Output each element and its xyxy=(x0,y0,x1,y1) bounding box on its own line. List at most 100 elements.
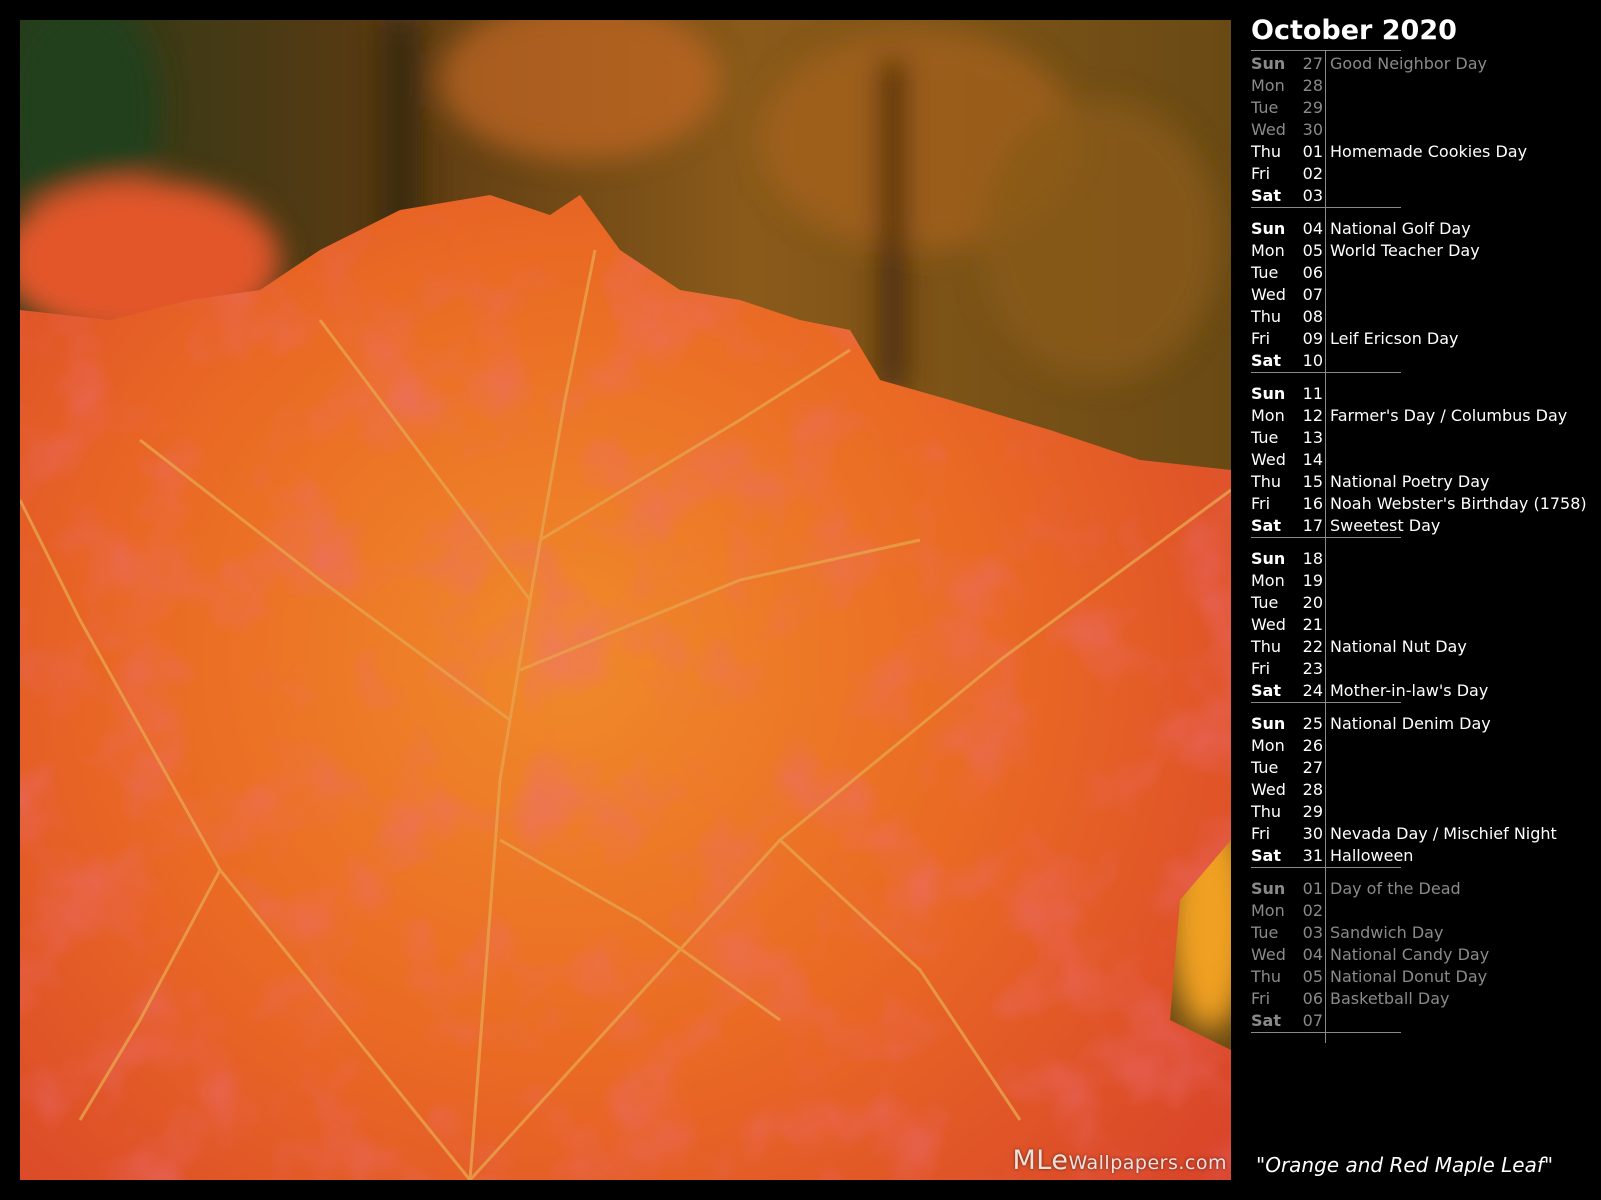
calendar-day-row: Tue 03 Sandwich Day xyxy=(1251,922,1443,944)
day-number: 06 xyxy=(1302,989,1323,1008)
day-number: 12 xyxy=(1302,406,1323,425)
day-number: 28 xyxy=(1302,76,1323,95)
calendar-week: Sun 27 Good Neighbor Day Mon 28 Tue 29 Wed 30 Thu… xyxy=(1251,50,1527,218)
day-number: 01 xyxy=(1302,879,1323,898)
calendar-day-row: Thu 15 National Poetry Day xyxy=(1251,471,1489,493)
day-number: 13 xyxy=(1302,428,1323,447)
calendar-day-row: Tue 29 xyxy=(1251,97,1401,119)
day-number: 21 xyxy=(1302,615,1323,634)
day-number: 07 xyxy=(1302,1011,1323,1030)
calendar-day-row: Mon 28 xyxy=(1251,75,1401,97)
day-number: 09 xyxy=(1302,329,1323,348)
day-number: 05 xyxy=(1302,967,1323,986)
calendar-day-row: Sun 18 xyxy=(1251,548,1401,570)
calendar-day-row: Mon 05 World Teacher Day xyxy=(1251,240,1480,262)
calendar-day-row: Sun 01 Day of the Dead xyxy=(1251,878,1461,900)
day-number: 02 xyxy=(1302,901,1323,920)
holiday-label: National Poetry Day xyxy=(1330,472,1490,491)
calendar-day-row: Fri 16 Noah Webster's Birthday (1758) xyxy=(1251,493,1587,515)
day-number: 29 xyxy=(1302,802,1323,821)
calendar-day-row: Sat 31 Halloween xyxy=(1251,845,1413,867)
day-number: 29 xyxy=(1302,98,1323,117)
holiday-label: Sweetest Day xyxy=(1330,516,1441,535)
weekday-label: Fri xyxy=(1251,329,1271,348)
day-number: 08 xyxy=(1302,307,1323,326)
weekday-label: Mon xyxy=(1251,76,1285,95)
day-number: 22 xyxy=(1302,637,1323,656)
weekday-label: Thu xyxy=(1251,967,1282,986)
weekday-label: Thu xyxy=(1251,472,1282,491)
holiday-label: Good Neighbor Day xyxy=(1330,54,1487,73)
calendar-day-row: Sun 25 National Denim Day xyxy=(1251,713,1491,735)
day-number: 27 xyxy=(1302,54,1323,73)
weekday-label: Tue xyxy=(1251,758,1279,777)
calendar-day-row: Mon 12 Farmer's Day / Columbus Day xyxy=(1251,405,1567,427)
holiday-label: Halloween xyxy=(1330,846,1414,865)
weekday-label: Sun xyxy=(1251,54,1286,73)
calendar-week: Sun 25 National Denim Day Mon 26 Tue 27 Wed 28 Th… xyxy=(1251,713,1557,878)
day-number: 03 xyxy=(1302,186,1323,205)
day-number: 15 xyxy=(1302,472,1323,491)
weekday-label: Sat xyxy=(1251,1011,1281,1030)
weekday-label: Mon xyxy=(1251,571,1285,590)
calendar-day-row: Mon 19 xyxy=(1251,570,1401,592)
calendar-day-row: Fri 23 xyxy=(1251,658,1401,680)
day-number: 16 xyxy=(1302,494,1323,513)
calendar-day-row: Wed 30 xyxy=(1251,119,1401,141)
weekday-label: Fri xyxy=(1251,164,1271,183)
day-number: 23 xyxy=(1302,659,1323,678)
holiday-label: National Donut Day xyxy=(1330,967,1488,986)
weekday-label: Sat xyxy=(1251,681,1281,700)
maple-leaf-image xyxy=(20,20,1231,1180)
weekday-label: Sun xyxy=(1251,549,1286,568)
day-number: 01 xyxy=(1302,142,1323,161)
holiday-label: National Denim Day xyxy=(1330,714,1491,733)
calendar-day-row: Thu 08 xyxy=(1251,306,1401,328)
calendar-week: Sun 04 National Golf Day Mon 05 World Teacher… xyxy=(1251,218,1480,383)
calendar-day-row: Thu 05 National Donut Day xyxy=(1251,966,1487,988)
weekday-label: Thu xyxy=(1251,802,1282,821)
holiday-label: World Teacher Day xyxy=(1330,241,1480,260)
holiday-label: National Golf Day xyxy=(1330,219,1471,238)
holiday-label: Mother-in-law's Day xyxy=(1330,681,1489,700)
weekday-label: Fri xyxy=(1251,659,1271,678)
weekday-label: Thu xyxy=(1251,637,1282,656)
calendar-day-row: Tue 20 xyxy=(1251,592,1401,614)
day-number: 10 xyxy=(1302,351,1323,370)
weekday-label: Wed xyxy=(1251,450,1286,469)
holiday-label: Basketball Day xyxy=(1330,989,1450,1008)
weekday-label: Fri xyxy=(1251,824,1271,843)
calendar-day-row: Thu 29 xyxy=(1251,801,1401,823)
calendar-day-row: Tue 27 xyxy=(1251,757,1401,779)
day-number: 11 xyxy=(1302,384,1323,403)
weekday-label: Wed xyxy=(1251,120,1286,139)
weekday-label: Tue xyxy=(1251,263,1279,282)
calendar-day-row: Wed 07 xyxy=(1251,284,1401,306)
calendar-day-row: Sat 17 Sweetest Day xyxy=(1251,515,1440,537)
calendar-day-row: Wed 04 National Candy Day xyxy=(1251,944,1489,966)
watermark-logo: MLeWallpapers.com xyxy=(1012,1145,1227,1176)
day-number: 26 xyxy=(1302,736,1323,755)
calendar-day-row: Fri 02 xyxy=(1251,163,1401,185)
wallpaper-photo: MLeWallpapers.com xyxy=(20,20,1231,1180)
holiday-label: Farmer's Day / Columbus Day xyxy=(1330,406,1568,425)
holiday-label: Nevada Day / Mischief Night xyxy=(1330,824,1557,843)
calendar-day-row: Sat 07 xyxy=(1251,1010,1401,1032)
calendar-day-row: Thu 01 Homemade Cookies Day xyxy=(1251,141,1527,163)
weekday-label: Mon xyxy=(1251,736,1285,755)
day-number: 14 xyxy=(1302,450,1323,469)
weekday-label: Tue xyxy=(1251,923,1279,942)
weekday-label: Mon xyxy=(1251,241,1285,260)
calendar-week: Sun 18 Mon 19 Tue 20 Wed 21 Thu 22 National Nut Da… xyxy=(1251,548,1488,713)
holiday-label: National Candy Day xyxy=(1330,945,1490,964)
weekday-label: Sun xyxy=(1251,384,1286,403)
calendar-day-row: Thu 22 National Nut Day xyxy=(1251,636,1467,658)
calendar-day-row: Mon 02 xyxy=(1251,900,1401,922)
weekday-label: Tue xyxy=(1251,98,1279,117)
day-number: 05 xyxy=(1302,241,1323,260)
weekday-label: Thu xyxy=(1251,307,1282,326)
weekday-label: Sat xyxy=(1251,186,1281,205)
day-number: 30 xyxy=(1302,824,1323,843)
weekday-label: Mon xyxy=(1251,901,1285,920)
weekday-label: Sun xyxy=(1251,714,1286,733)
